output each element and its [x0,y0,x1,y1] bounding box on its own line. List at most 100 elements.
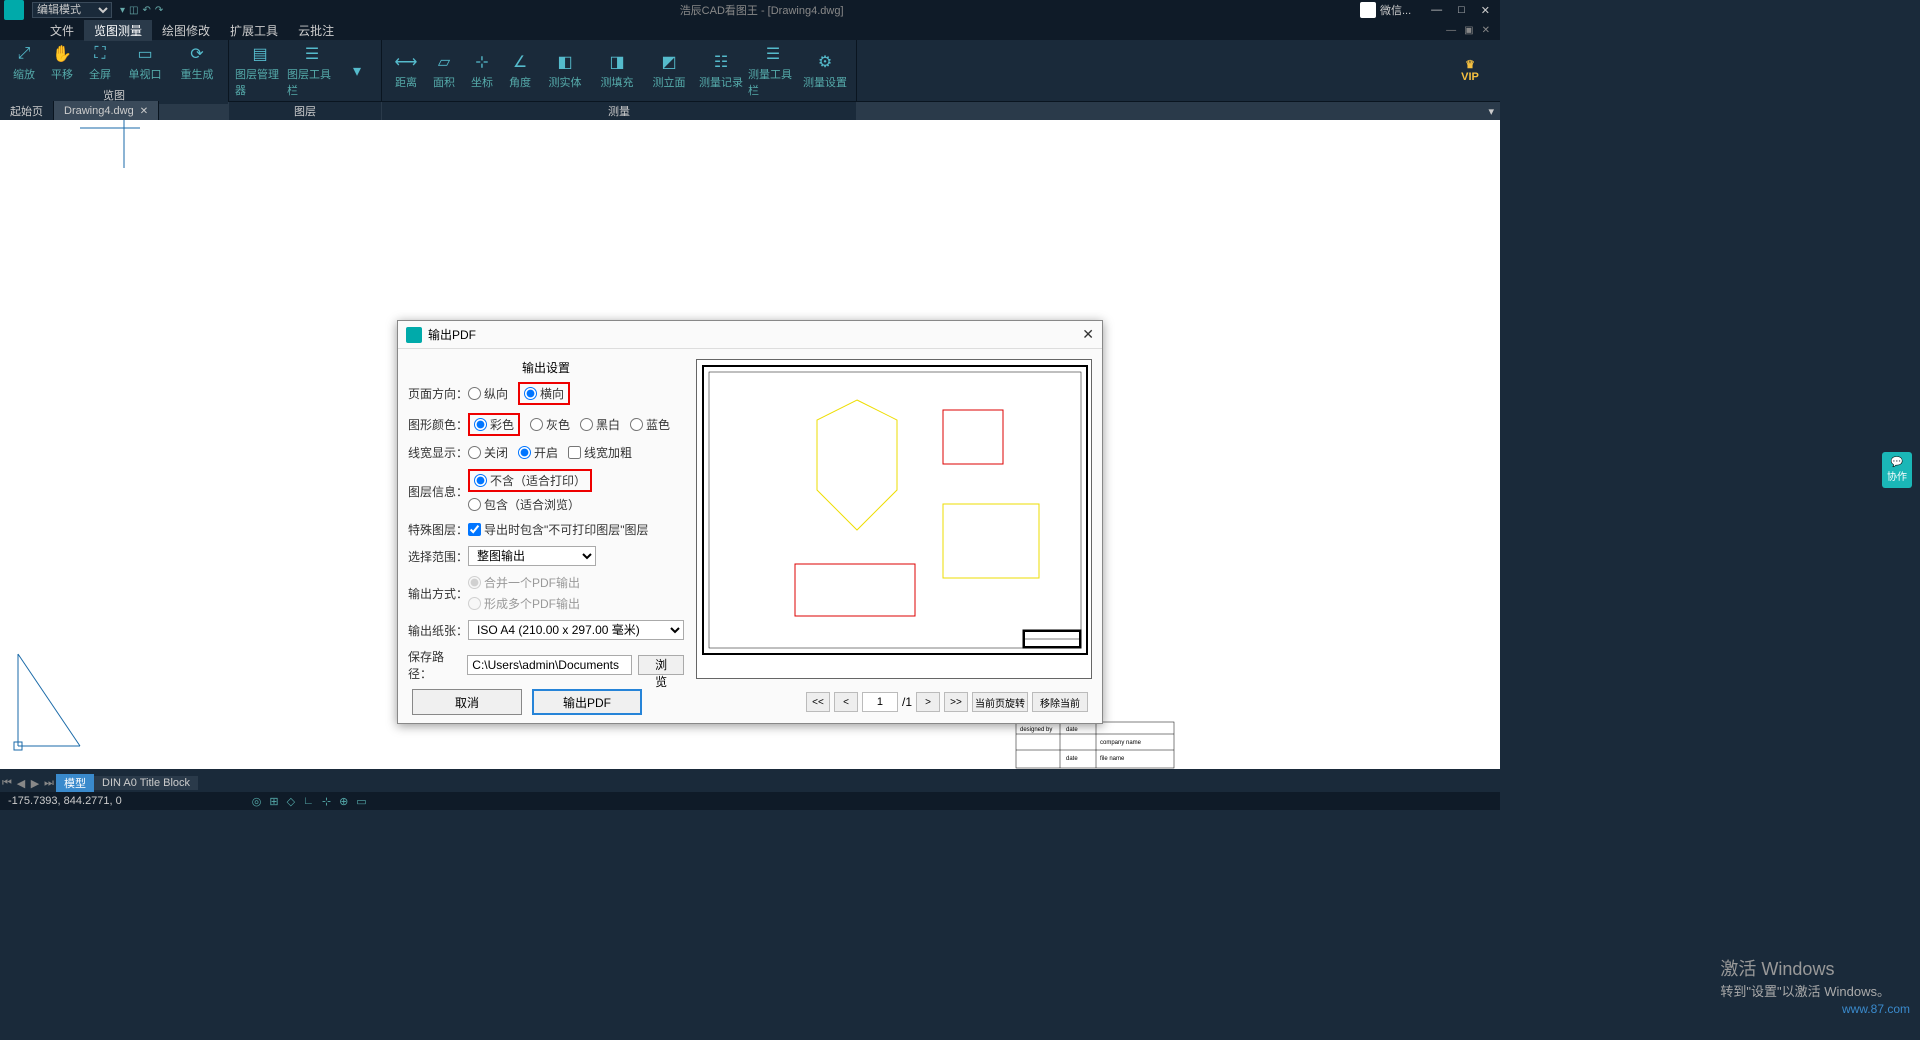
subwin-close[interactable]: ✕ [1482,25,1490,36]
label-orient: 页面方向： [408,385,468,402]
radio-landscape[interactable]: 横向 [524,385,564,402]
area-icon: ▱ [434,52,454,72]
ribbon-zoom[interactable]: ⤢缩放 [6,44,42,82]
ribbon-measure-record[interactable]: ☷测量记录 [696,44,746,98]
mode-select[interactable]: 编辑模式 [32,2,112,18]
tabs-dropdown[interactable]: ▾ [1488,105,1494,118]
menu-item-1[interactable]: 览图测量 [84,20,152,41]
menu-item-4[interactable]: 云批注 [288,20,344,41]
ribbon-layer-toolbar[interactable]: ☰图层工具栏 [287,44,337,98]
regenerate-icon: ⟳ [187,44,207,64]
wechat-login[interactable]: 微信... [1360,2,1411,18]
ribbon-layer-manager[interactable]: ▤图层管理器 [235,44,285,98]
label-save-path: 保存路径： [408,648,467,682]
ribbon-fullscreen[interactable]: ⛶全屏 [82,44,118,82]
label-layerinfo: 图层信息： [408,483,468,500]
checkbox-special-layer[interactable]: 导出时包含"不可打印图层"图层 [468,521,649,538]
close-button[interactable]: ✕ [1481,4,1490,17]
export-button[interactable]: 输出PDF [532,689,642,715]
ribbon-measure-fill[interactable]: ◨测填充 [592,44,642,98]
layout-nav-first[interactable]: ⏮ [0,777,14,790]
pager-rotate[interactable]: 当前页旋转 [972,692,1028,712]
layout-nav-prev[interactable]: ◀ [14,777,28,790]
layout-nav-last[interactable]: ⏭ [42,777,56,790]
pager-first[interactable]: << [806,692,830,712]
layout-tab-item[interactable]: DIN A0 Title Block [94,776,198,790]
ribbon-angle[interactable]: ∠角度 [502,44,538,98]
pager-page-input[interactable] [862,692,898,712]
label-special: 特殊图层： [408,521,468,538]
radio-layer-include[interactable]: 包含（适合浏览） [468,496,580,513]
radio-gray[interactable]: 灰色 [530,416,570,433]
qat-icon[interactable]: ↶ [142,5,150,16]
qat-icon[interactable]: ◫ [129,5,138,16]
status-icon[interactable]: ⊹ [322,795,331,808]
subwin-restore[interactable]: ▣ [1464,25,1473,36]
menu-item-0[interactable]: 文件 [40,20,84,41]
status-icon[interactable]: ◇ [287,795,295,808]
close-icon[interactable]: ✕ [140,106,148,117]
ribbon-measure-entity[interactable]: ◧测实体 [540,44,590,98]
maximize-button[interactable]: □ [1458,4,1465,17]
ribbon-measure-toolbar[interactable]: ☰测量工具栏 [748,44,798,98]
doc-tab-1[interactable]: Drawing4.dwg✕ [54,101,159,121]
checkbox-lw-bold[interactable]: 线宽加粗 [568,444,632,461]
status-bar: -175.7393, 844.2771, 0 ◎ ⊞ ◇ ∟ ⊹ ⊕ ▭ [0,792,1500,810]
status-icon[interactable]: ◎ [252,795,262,808]
pager-next[interactable]: > [916,692,940,712]
pager-remove[interactable]: 移除当前 [1032,692,1088,712]
ribbon-distance[interactable]: ⟷距离 [388,44,424,98]
status-icon[interactable]: ∟ [303,795,314,808]
layout-tab-model[interactable]: 模型 [56,774,94,792]
ribbon: ⤢缩放✋平移⛶全屏▭单视口⟳重生成览图▤图层管理器☰图层工具栏▾图层⟷距离▱面积… [0,40,1500,102]
ribbon-measure-settings[interactable]: ⚙测量设置 [800,44,850,98]
ribbon-area[interactable]: ▱面积 [426,44,462,98]
svg-text:date: date [1066,756,1078,762]
vip-badge[interactable]: ♛ VIP [1440,40,1500,101]
doc-tab-0[interactable]: 起始页 [0,101,54,121]
ribbon-regenerate[interactable]: ⟳重生成 [172,44,222,82]
collab-button[interactable]: 💬 协作 [1882,452,1912,488]
minimize-button[interactable]: — [1431,4,1442,17]
quick-access: ▾ ◫ ↶ ↷ [120,5,163,16]
cancel-button[interactable]: 取消 [412,689,522,715]
status-icon[interactable]: ⊕ [339,795,348,808]
menu-item-2[interactable]: 绘图修改 [152,20,220,41]
pager-prev[interactable]: < [834,692,858,712]
radio-bw[interactable]: 黑白 [580,416,620,433]
radio-layer-exclude[interactable]: 不含（适合打印） [474,472,586,489]
select-range[interactable]: 整图输出 [468,546,596,566]
radio-blue[interactable]: 蓝色 [630,416,670,433]
ribbon-coord[interactable]: ⊹坐标 [464,44,500,98]
layout-nav-next[interactable]: ▶ [28,777,42,790]
ribbon-pan[interactable]: ✋平移 [44,44,80,82]
status-icon[interactable]: ⊞ [269,795,278,808]
dialog-close-button[interactable]: ✕ [1082,326,1094,343]
radio-color[interactable]: 彩色 [474,416,514,433]
measure-entity-icon: ◧ [555,52,575,72]
subwin-minimize[interactable]: — [1446,25,1456,36]
pager-last[interactable]: >> [944,692,968,712]
measure-elevation-icon: ◩ [659,52,679,72]
label-color: 图形颜色： [408,416,468,433]
label-output-mode: 输出方式： [408,585,468,602]
input-save-path[interactable] [467,655,632,675]
ribbon-single-viewport[interactable]: ▭单视口 [120,44,170,82]
radio-lw-off[interactable]: 关闭 [468,444,508,461]
single-viewport-icon: ▭ [135,44,155,64]
select-paper[interactable]: ISO A4 (210.00 x 297.00 毫米) [468,620,684,640]
status-coords: -175.7393, 844.2771, 0 [8,795,122,807]
angle-icon: ∠ [510,52,530,72]
qat-icon[interactable]: ▾ [120,5,125,16]
browse-button[interactable]: 浏览 [638,655,684,675]
ribbon-measure-elevation[interactable]: ◩测立面 [644,44,694,98]
label-linewidth: 线宽显示： [408,444,468,461]
pager-total: /1 [902,695,912,709]
menu-item-3[interactable]: 扩展工具 [220,20,288,41]
radio-portrait[interactable]: 纵向 [468,385,508,402]
qat-icon[interactable]: ↷ [155,5,163,16]
status-icon[interactable]: ▭ [356,795,366,808]
drawing-canvas[interactable]: designed by date company name date file … [0,120,1500,774]
radio-lw-on[interactable]: 开启 [518,444,558,461]
ribbon-layer-more[interactable]: ▾ [339,44,375,98]
